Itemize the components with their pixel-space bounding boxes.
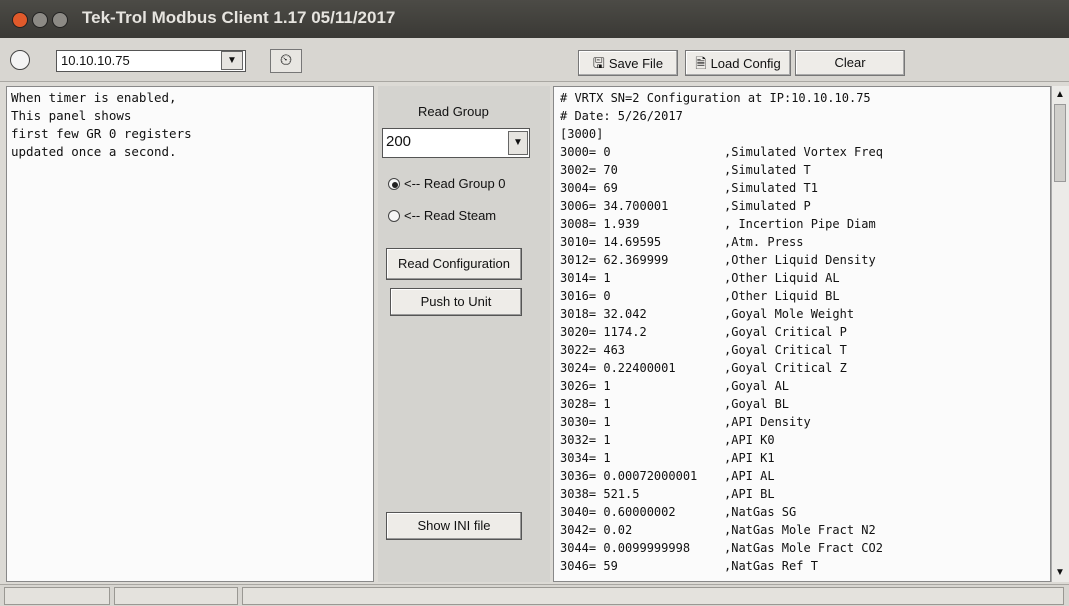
close-window-button[interactable] bbox=[12, 12, 28, 28]
config-register-value: 3042= 0.02 bbox=[560, 523, 633, 537]
minimize-window-button[interactable] bbox=[32, 12, 48, 28]
config-register-value: 3004= 69 bbox=[560, 181, 618, 195]
ip-address-combo[interactable]: 10.10.10.75 bbox=[56, 50, 246, 72]
maximize-window-button[interactable] bbox=[52, 12, 68, 28]
register-monitor-text: When timer is enabled, This panel shows … bbox=[11, 90, 192, 159]
config-register-description: ,Atm. Press bbox=[724, 235, 804, 249]
config-register-description: ,API AL bbox=[724, 469, 775, 483]
read-steam-radio[interactable] bbox=[388, 210, 400, 222]
timer-icon[interactable]: ⏲ bbox=[270, 49, 302, 73]
configuration-text-panel[interactable]: # VRTX SN=2 Configuration at IP:10.10.10… bbox=[553, 86, 1051, 582]
save-file-icon: 🖫 bbox=[592, 55, 605, 71]
config-header-line: [3000] bbox=[560, 127, 604, 141]
config-register-description: ,NatGas Mole Fract N2 bbox=[724, 523, 876, 537]
load-config-label: Load Config bbox=[710, 56, 781, 71]
config-register-description: ,Goyal AL bbox=[724, 379, 790, 393]
config-register-description: ,Other Liquid Density bbox=[724, 253, 876, 267]
clear-button[interactable]: Clear bbox=[795, 50, 905, 76]
config-register-description: ,Other Liquid AL bbox=[724, 271, 840, 285]
scroll-up-arrow-icon[interactable]: ▲ bbox=[1053, 88, 1067, 102]
read-group-label: Read Group bbox=[418, 104, 489, 119]
config-register-value: 3024= 0.22400001 bbox=[560, 361, 676, 375]
read-group-chevron-down-icon[interactable]: ▼ bbox=[508, 131, 528, 155]
save-file-label: Save File bbox=[608, 56, 664, 71]
show-ini-file-button[interactable]: Show INI file bbox=[386, 512, 522, 540]
config-register-value: 3028= 1 bbox=[560, 397, 611, 411]
config-register-value: 3014= 1 bbox=[560, 271, 611, 285]
scrollbar-thumb[interactable] bbox=[1054, 104, 1066, 182]
config-register-value: 3018= 32.042 bbox=[560, 307, 647, 321]
config-register-value: 3002= 70 bbox=[560, 163, 618, 177]
config-register-description: , Incertion Pipe Diam bbox=[724, 217, 876, 231]
save-file-button[interactable]: 🖫 Save File bbox=[578, 50, 678, 76]
config-register-description: ,API Density bbox=[724, 415, 811, 429]
config-register-value: 3026= 1 bbox=[560, 379, 611, 393]
read-group-0-label[interactable]: <-- Read Group 0 bbox=[404, 176, 506, 191]
read-steam-label[interactable]: <-- Read Steam bbox=[404, 208, 496, 223]
config-register-description: ,API BL bbox=[724, 487, 775, 501]
config-register-description: ,Goyal Mole Weight bbox=[724, 307, 855, 321]
read-group-value: 200 bbox=[386, 133, 412, 150]
config-register-value: 3040= 0.60000002 bbox=[560, 505, 676, 519]
title-bar: Tek-Trol Modbus Client 1.17 05/11/2017 bbox=[0, 0, 1069, 38]
read-configuration-button[interactable]: Read Configuration bbox=[386, 248, 522, 280]
config-register-description: ,Other Liquid BL bbox=[724, 289, 840, 303]
status-cell bbox=[114, 587, 238, 605]
config-register-value: 3020= 1174.2 bbox=[560, 325, 647, 339]
timer-enable-radio[interactable] bbox=[10, 50, 30, 70]
config-header-line: # VRTX SN=2 Configuration at IP:10.10.10… bbox=[560, 91, 871, 105]
ip-dropdown-chevron-icon[interactable]: ▼ bbox=[221, 51, 243, 70]
config-register-description: ,Simulated P bbox=[724, 199, 811, 213]
config-register-description: ,NatGas SG bbox=[724, 505, 797, 519]
config-header-line: # Date: 5/26/2017 bbox=[560, 109, 683, 123]
config-register-description: ,Goyal Critical Z bbox=[724, 361, 847, 375]
load-config-button[interactable]: 🗎 Load Config bbox=[685, 50, 791, 76]
config-register-description: ,Goyal BL bbox=[724, 397, 790, 411]
config-register-value: 3008= 1.939 bbox=[560, 217, 640, 231]
config-register-description: ,API K1 bbox=[724, 451, 775, 465]
window-title: Tek-Trol Modbus Client 1.17 05/11/2017 bbox=[82, 8, 396, 27]
status-cell bbox=[242, 587, 1064, 605]
scroll-down-arrow-icon[interactable]: ▼ bbox=[1053, 566, 1067, 580]
config-register-value: 3016= 0 bbox=[560, 289, 611, 303]
config-register-value: 3036= 0.00072000001 bbox=[560, 469, 698, 483]
config-register-value: 3032= 1 bbox=[560, 433, 611, 447]
config-register-description: ,API K0 bbox=[724, 433, 775, 447]
config-register-description: ,Simulated T1 bbox=[724, 181, 818, 195]
load-config-icon: 🗎 bbox=[695, 55, 707, 71]
config-register-value: 3046= 59 bbox=[560, 559, 618, 573]
config-register-value: 3030= 1 bbox=[560, 415, 611, 429]
config-register-value: 3034= 1 bbox=[560, 451, 611, 465]
config-register-value: 3000= 0 bbox=[560, 145, 611, 159]
config-register-value: 3044= 0.0099999998 bbox=[560, 541, 691, 555]
read-group-0-radio[interactable] bbox=[388, 178, 400, 190]
register-monitor-panel[interactable]: When timer is enabled, This panel shows … bbox=[6, 86, 374, 582]
config-register-value: 3012= 62.369999 bbox=[560, 253, 669, 267]
status-cell bbox=[4, 587, 110, 605]
config-register-value: 3038= 521.5 bbox=[560, 487, 640, 501]
config-register-value: 3022= 463 bbox=[560, 343, 626, 357]
config-register-description: ,Goyal Critical T bbox=[724, 343, 847, 357]
control-panel bbox=[378, 86, 550, 582]
config-register-value: 3006= 34.700001 bbox=[560, 199, 669, 213]
config-register-description: ,NatGas Mole Fract CO2 bbox=[724, 541, 883, 555]
config-register-description: ,NatGas Ref T bbox=[724, 559, 818, 573]
config-register-description: ,Goyal Critical P bbox=[724, 325, 847, 339]
config-register-value: 3010= 14.69595 bbox=[560, 235, 662, 249]
push-to-unit-button[interactable]: Push to Unit bbox=[390, 288, 522, 316]
config-register-description: ,Simulated T bbox=[724, 163, 811, 177]
config-register-description: ,Simulated Vortex Freq bbox=[724, 145, 883, 159]
